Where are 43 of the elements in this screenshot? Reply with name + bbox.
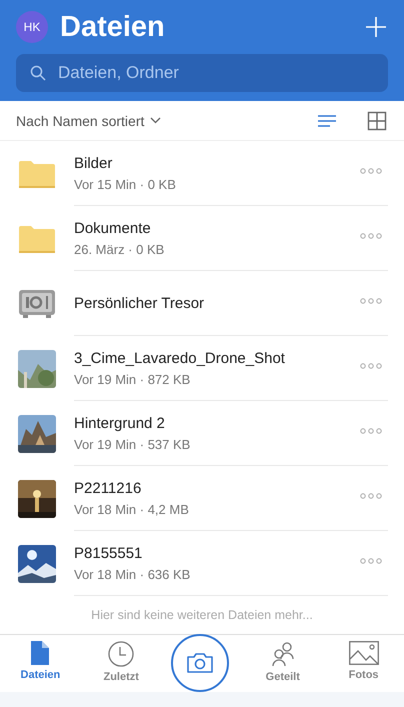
safe-icon — [19, 290, 55, 318]
more-icon — [360, 558, 382, 564]
page-title: Dateien — [60, 10, 166, 44]
people-icon — [270, 641, 296, 667]
file-name[interactable]: P2211216 — [74, 480, 360, 496]
tab[interactable]: Fotos — [323, 635, 404, 692]
image-icon — [348, 641, 379, 665]
tab[interactable]: Geteilt — [242, 635, 324, 692]
file-details: Vor 19 Min · 872 KB — [74, 372, 192, 386]
plus-icon — [364, 15, 388, 39]
more-icon — [360, 428, 382, 434]
search-icon — [30, 65, 46, 81]
file-name[interactable]: Hintergrund 2 — [74, 414, 360, 432]
clock-icon — [108, 641, 134, 667]
tab[interactable]: Dateien — [0, 635, 81, 692]
folder-icon — [19, 224, 55, 254]
camera-icon — [186, 652, 214, 674]
grid-view-icon — [366, 110, 388, 132]
file-name[interactable]: 3_Cime_Lavaredo_Drone_Shot — [74, 350, 360, 366]
more-icon — [360, 493, 382, 499]
end-of-list-note: Hier sind keine weiteren Dateien mehr... — [91, 608, 313, 622]
more-icon — [360, 363, 382, 369]
file-details: Vor 15 Min · 0 KB — [74, 176, 177, 192]
file-details: Vor 18 Min · 4,2 MB — [74, 502, 190, 516]
more-icon — [360, 298, 382, 304]
avatar[interactable]: HK — [16, 11, 48, 43]
chevron-down-icon — [150, 117, 162, 124]
more-icon — [360, 233, 382, 239]
tab[interactable]: Zuletzt — [80, 635, 162, 692]
file-name[interactable]: Bilder — [74, 154, 360, 172]
file-name[interactable]: P8155551 — [74, 544, 360, 562]
sort-dropdown[interactable]: Nach Namen sortiert — [16, 112, 288, 128]
file-name[interactable]: Persönlicher Tresor — [74, 294, 360, 312]
more-icon — [360, 168, 382, 174]
add-button[interactable] — [364, 15, 388, 39]
file-details: 26. März · 0 KB — [74, 242, 166, 256]
search-field[interactable]: Dateien, Ordner — [16, 54, 388, 92]
file-details: Vor 19 Min · 537 KB — [74, 436, 192, 452]
folder-icon — [19, 158, 55, 188]
file-details: Vor 18 Min · 636 KB — [74, 566, 192, 582]
file-name[interactable]: Dokumente — [74, 220, 360, 236]
grid-view-button[interactable] — [366, 110, 388, 132]
document-icon — [31, 641, 50, 665]
